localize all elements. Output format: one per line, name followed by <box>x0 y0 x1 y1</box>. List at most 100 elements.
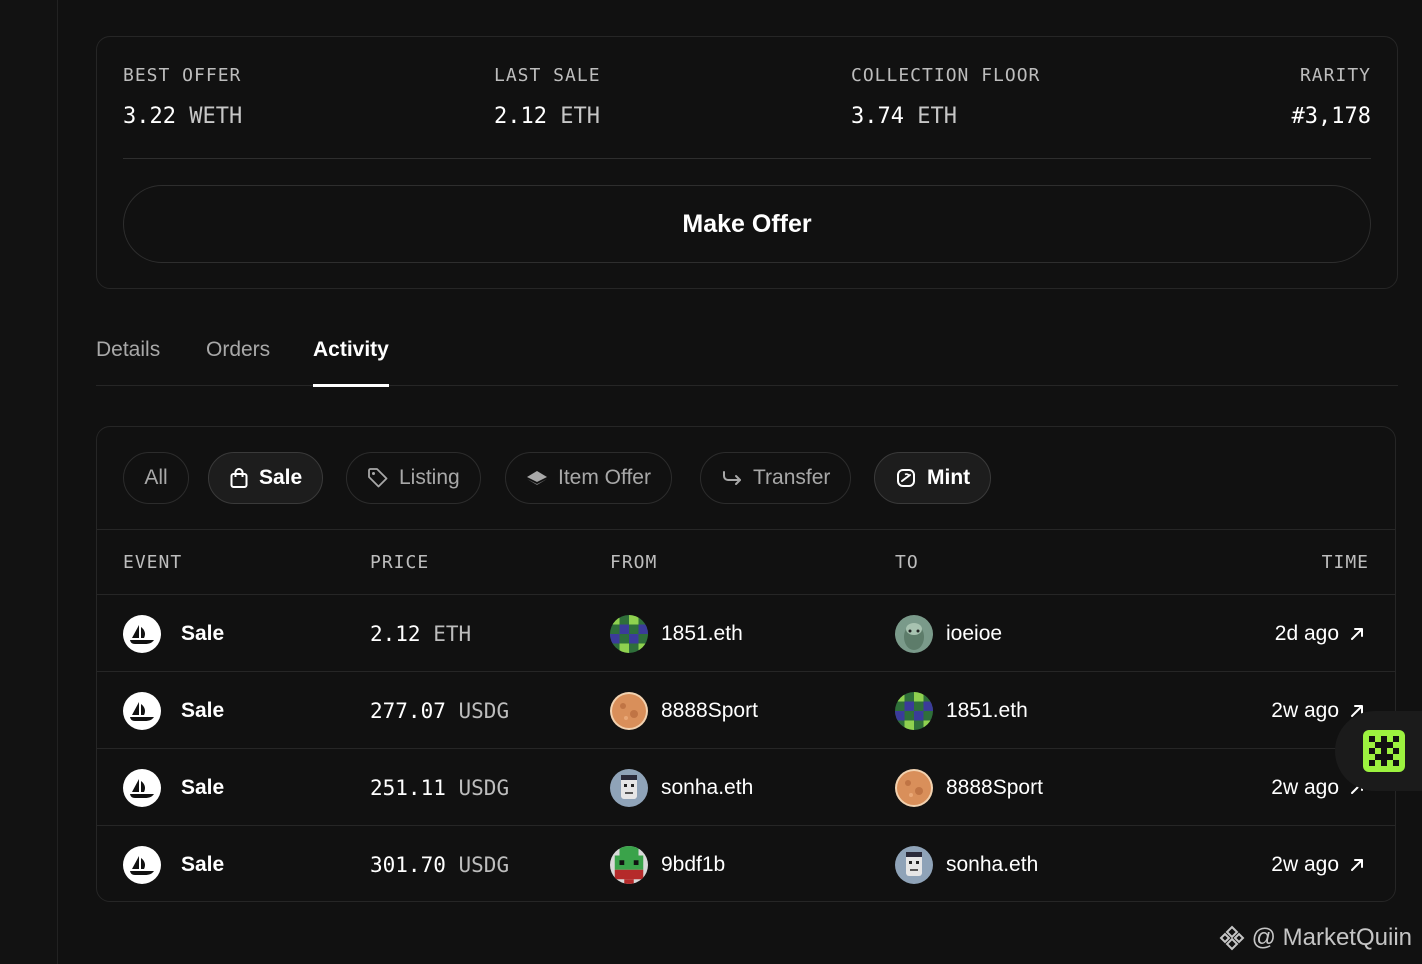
time-label: 2w ago <box>1271 698 1339 722</box>
moon-avatar <box>610 691 648 730</box>
header-event: EVENT <box>123 552 183 573</box>
filter-all-chip[interactable]: All <box>123 452 189 504</box>
pixel-avatar-red <box>610 845 648 884</box>
event-cell: Sale <box>123 672 224 749</box>
event-cell: Sale <box>123 826 224 901</box>
watermark: @ MarketQuiin <box>1218 920 1412 956</box>
time-link[interactable]: 2d ago <box>1275 595 1365 672</box>
rarity-label: RARITY <box>1299 65 1371 86</box>
event-label: Sale <box>181 775 225 799</box>
to-user[interactable]: 1851.eth <box>946 699 1028 723</box>
from-user[interactable]: 8888Sport <box>661 699 758 723</box>
to-user[interactable]: ioeioe <box>946 622 1002 646</box>
from-user[interactable]: 1851.eth <box>661 622 743 646</box>
to-user[interactable]: 8888Sport <box>946 776 1043 800</box>
floating-app-widget[interactable] <box>1335 711 1422 791</box>
tab-details[interactable]: Details <box>96 338 160 386</box>
filter-all-label: All <box>144 466 168 489</box>
event-cell: Sale <box>123 749 224 826</box>
time-label: 2d ago <box>1274 621 1339 645</box>
checker-logo-icon <box>1362 730 1405 772</box>
header-time: TIME <box>1321 552 1369 573</box>
transfer-arrow-icon <box>721 469 743 487</box>
price-amount: 277.07 <box>370 698 446 723</box>
best-offer-stat: BEST OFFER 3.22 WETH <box>123 65 242 129</box>
to-user[interactable]: sonha.eth <box>946 853 1038 877</box>
filter-sale-chip[interactable]: Sale <box>208 452 324 504</box>
last-sale-label: LAST SALE <box>494 65 601 86</box>
time-label: 2w ago <box>1271 852 1339 876</box>
ethereum-icon <box>526 469 548 487</box>
table-header: EVENT PRICE FROM TO TIME <box>97 529 1395 595</box>
filter-listing-chip[interactable]: Listing <box>346 452 481 504</box>
opensea-sale-icon <box>123 845 161 884</box>
best-offer-amount: 3.22 <box>123 104 176 129</box>
tab-bar: Details Orders Activity <box>96 330 1398 387</box>
filter-sale-label: Sale <box>259 466 303 489</box>
header-to: TO <box>895 552 919 573</box>
tab-orders[interactable]: Orders <box>206 338 270 386</box>
event-cell: Sale <box>123 595 224 672</box>
to-cell: 1851.eth <box>895 672 1028 749</box>
header-price: PRICE <box>370 552 430 573</box>
filter-mint-label: Mint <box>927 466 971 489</box>
last-sale-stat: LAST SALE 2.12 ETH <box>494 65 601 129</box>
tag-icon <box>367 467 389 489</box>
table-row[interactable]: Sale 277.07 USDG 8888Sport 1851.eth 2w a… <box>97 672 1395 749</box>
rarity-stat: RARITY #3,178 <box>1292 65 1371 129</box>
price-amount: 2.12 <box>370 621 421 646</box>
price-cell: 251.11 USDG <box>370 749 509 826</box>
best-offer-unit: WETH <box>189 104 243 129</box>
filter-transfer-chip[interactable]: Transfer <box>700 452 852 504</box>
collection-floor-label: COLLECTION FLOOR <box>851 65 1041 86</box>
external-link-arrow-icon <box>1349 626 1365 642</box>
time-link[interactable]: 2w ago <box>1271 826 1365 901</box>
tab-activity[interactable]: Activity <box>313 338 389 387</box>
from-cell: sonha.eth <box>610 749 753 826</box>
filter-item-offer-chip[interactable]: Item Offer <box>505 452 672 504</box>
from-user[interactable]: sonha.eth <box>661 776 753 800</box>
opensea-sale-icon <box>123 768 161 807</box>
from-cell: 9bdf1b <box>610 826 725 901</box>
collection-floor-unit: ETH <box>917 104 957 129</box>
time-label: 2w ago <box>1271 775 1339 799</box>
collection-floor-stat: COLLECTION FLOOR 3.74 ETH <box>851 65 1040 129</box>
price-unit: USDG <box>458 852 510 877</box>
from-cell: 8888Sport <box>610 672 758 749</box>
opensea-sale-icon <box>123 614 161 653</box>
mint-icon <box>895 467 917 489</box>
table-row[interactable]: Sale 301.70 USDG 9bdf1b sonha.eth 2w ago <box>97 826 1395 901</box>
price-unit: USDG <box>458 698 510 723</box>
collection-floor-value: 3.74 ETH <box>851 104 1040 129</box>
from-user[interactable]: 9bdf1b <box>661 853 725 877</box>
from-cell: 1851.eth <box>610 595 743 672</box>
left-sidebar-rail <box>0 0 58 964</box>
ape-avatar <box>895 614 933 653</box>
table-row[interactable]: Sale 251.11 USDG sonha.eth 8888Sport 2w … <box>97 749 1395 826</box>
stats-card: BEST OFFER 3.22 WETH LAST SALE 2.12 ETH … <box>96 36 1398 289</box>
last-sale-value: 2.12 ETH <box>494 104 601 129</box>
to-cell: ioeioe <box>895 595 1002 672</box>
price-cell: 277.07 USDG <box>370 672 509 749</box>
filter-transfer-label: Transfer <box>753 466 831 489</box>
price-cell: 301.70 USDG <box>370 826 510 901</box>
character-avatar <box>895 845 933 884</box>
to-cell: 8888Sport <box>895 749 1043 826</box>
event-label: Sale <box>181 621 225 645</box>
activity-rows: Sale 2.12 ETH 1851.eth ioeioe 2d ago Sal… <box>97 595 1395 901</box>
price-amount: 301.70 <box>370 852 446 877</box>
external-link-arrow-icon <box>1349 857 1365 873</box>
price-cell: 2.12 ETH <box>370 595 471 672</box>
price-unit: ETH <box>433 621 472 646</box>
table-row[interactable]: Sale 2.12 ETH 1851.eth ioeioe 2d ago <box>97 595 1395 672</box>
moon-avatar <box>895 768 933 807</box>
filter-item-offer-label: Item Offer <box>558 466 651 489</box>
filter-listing-label: Listing <box>399 466 460 489</box>
character-avatar <box>610 768 648 807</box>
shopping-bag-icon <box>229 467 249 489</box>
event-label: Sale <box>181 698 225 722</box>
make-offer-button[interactable]: Make Offer <box>123 185 1371 263</box>
filter-mint-chip[interactable]: Mint <box>874 452 992 504</box>
collection-floor-amount: 3.74 <box>851 104 904 129</box>
rarity-value: #3,178 <box>1291 104 1371 129</box>
